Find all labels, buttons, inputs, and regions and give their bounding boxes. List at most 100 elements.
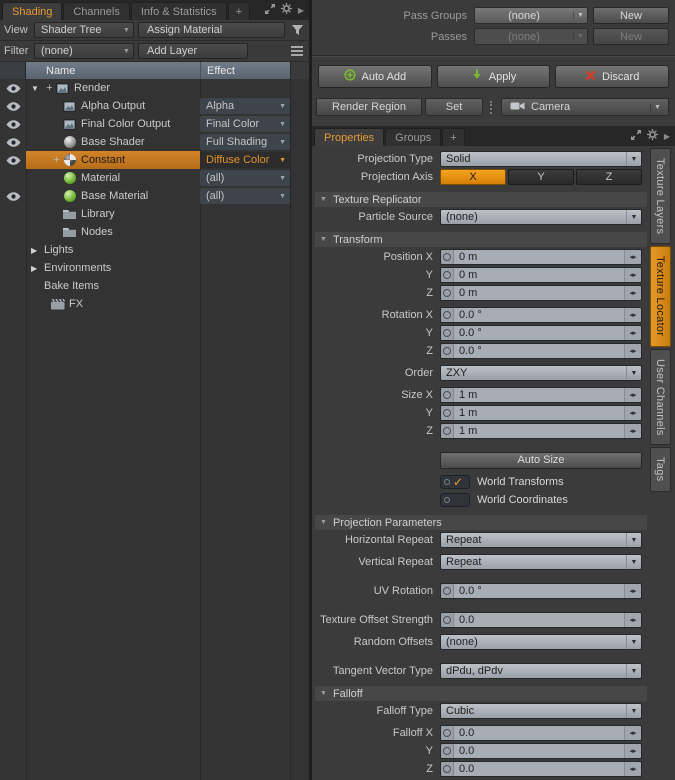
effect-dropdown-constant[interactable]: Diffuse Color▼ bbox=[200, 152, 290, 168]
dropdown-horizontal-repeat[interactable]: Repeat▼ bbox=[440, 532, 642, 548]
pass-groups-new-button[interactable]: New bbox=[593, 7, 669, 24]
dropdown-falloff-type[interactable]: Cubic▼ bbox=[440, 703, 642, 719]
spinner-arrows-icon[interactable]: ◂▸ bbox=[624, 268, 641, 282]
expand-arrow-icon[interactable]: ▶ bbox=[31, 246, 44, 255]
tree-row-environments[interactable]: ▶Environments bbox=[0, 259, 309, 277]
passes-new-button[interactable]: New bbox=[593, 28, 669, 45]
side-tab-user-channels[interactable]: User Channels bbox=[650, 349, 671, 446]
plus-toggle-icon[interactable]: + bbox=[44, 82, 55, 94]
number-field-position-x[interactable]: 0 m◂▸ bbox=[440, 249, 642, 265]
axis-z-button[interactable]: Z bbox=[576, 169, 642, 185]
section-transform[interactable]: ▼Transform bbox=[315, 232, 647, 247]
tree-row-base-material[interactable]: Base Material(all)▼ bbox=[0, 187, 309, 205]
side-tab-texture-locator[interactable]: Texture Locator bbox=[650, 246, 671, 346]
tree-item-name[interactable]: ▶Lights bbox=[26, 241, 200, 259]
tree-item-name[interactable]: Base Material bbox=[26, 187, 200, 205]
visibility-eye-icon[interactable] bbox=[0, 115, 26, 133]
tree-item-name[interactable]: Base Shader bbox=[26, 133, 200, 151]
panel-arrow-icon[interactable]: ▶ bbox=[298, 6, 304, 15]
apply-button[interactable]: Apply bbox=[437, 65, 551, 88]
tab-properties[interactable]: Properties bbox=[314, 128, 384, 146]
chevron-down-icon[interactable]: ▼ bbox=[626, 704, 641, 718]
section-projection-parameters[interactable]: ▼Projection Parameters bbox=[315, 515, 647, 530]
spinner-arrows-icon[interactable]: ◂▸ bbox=[624, 308, 641, 322]
number-field-texture-offset-strength[interactable]: 0.0◂▸ bbox=[440, 612, 642, 628]
checkbox-world-transforms[interactable]: ✓ bbox=[440, 475, 470, 489]
visibility-eye-icon[interactable] bbox=[0, 79, 26, 97]
filter-funnel-icon[interactable] bbox=[289, 20, 305, 40]
set-button[interactable]: Set bbox=[425, 98, 483, 116]
auto-size-button[interactable]: Auto Size bbox=[440, 452, 642, 469]
add-layer-button[interactable]: Add Layer bbox=[138, 43, 248, 59]
channel-dot-icon[interactable] bbox=[441, 613, 454, 627]
number-field-y[interactable]: 0.0 °◂▸ bbox=[440, 325, 642, 341]
spinner-arrows-icon[interactable]: ◂▸ bbox=[624, 726, 641, 740]
chevron-down-icon[interactable]: ▼ bbox=[626, 635, 641, 649]
plus-toggle-icon[interactable]: + bbox=[51, 154, 62, 166]
tree-row-final-color-output[interactable]: Final Color OutputFinal Color▼ bbox=[0, 115, 309, 133]
camera-dropdown[interactable]: Camera ▼ bbox=[501, 98, 669, 116]
effect-dropdown-base-shader[interactable]: Full Shading▼ bbox=[200, 134, 290, 150]
tree-item-name[interactable]: Alpha Output bbox=[26, 97, 200, 115]
number-field-uv-rotation[interactable]: 0.0 °◂▸ bbox=[440, 583, 642, 599]
dropdown-particle-source[interactable]: (none)▼ bbox=[440, 209, 642, 225]
chevron-down-icon[interactable]: ▼ bbox=[626, 664, 641, 678]
channel-dot-icon[interactable] bbox=[441, 726, 454, 740]
visibility-eye-icon[interactable] bbox=[0, 133, 26, 151]
channel-dot-icon[interactable] bbox=[441, 268, 454, 282]
chevron-down-icon[interactable]: ▼ bbox=[626, 533, 641, 547]
tree-row-nodes[interactable]: Nodes bbox=[0, 223, 309, 241]
channel-dot-icon[interactable] bbox=[441, 584, 454, 598]
filter-dropdown[interactable]: (none) ▼ bbox=[34, 43, 134, 59]
render-region-button[interactable]: Render Region bbox=[316, 98, 422, 116]
expand-arrow-icon[interactable]: ▶ bbox=[31, 264, 44, 273]
collapse-arrow-icon[interactable]: ▼ bbox=[31, 84, 44, 93]
visibility-eye-icon[interactable] bbox=[0, 187, 26, 205]
popout-icon[interactable] bbox=[265, 4, 275, 17]
dropdown-vertical-repeat[interactable]: Repeat▼ bbox=[440, 554, 642, 570]
spinner-arrows-icon[interactable]: ◂▸ bbox=[624, 406, 641, 420]
chevron-down-icon[interactable]: ▼ bbox=[626, 366, 641, 380]
panel-arrow-icon[interactable]: ▶ bbox=[664, 132, 670, 141]
spinner-arrows-icon[interactable]: ◂▸ bbox=[624, 613, 641, 627]
side-tab-tags[interactable]: Tags bbox=[650, 447, 671, 491]
visibility-eye-icon[interactable] bbox=[0, 97, 26, 115]
tab-channels[interactable]: Channels bbox=[63, 2, 129, 20]
channel-dot-icon[interactable] bbox=[441, 286, 454, 300]
number-field-y[interactable]: 1 m◂▸ bbox=[440, 405, 642, 421]
effect-dropdown-base-material[interactable]: (all)▼ bbox=[200, 188, 290, 204]
tab-info-statistics[interactable]: Info & Statistics bbox=[131, 2, 227, 20]
axis-x-button[interactable]: X bbox=[440, 169, 506, 185]
effect-column-header[interactable]: Effect bbox=[200, 62, 290, 79]
number-field-z[interactable]: 1 m◂▸ bbox=[440, 423, 642, 439]
channel-dot-icon[interactable] bbox=[441, 250, 454, 264]
effect-dropdown-alpha-output[interactable]: Alpha▼ bbox=[200, 98, 290, 114]
spinner-arrows-icon[interactable]: ◂▸ bbox=[624, 388, 641, 402]
channel-dot-icon[interactable] bbox=[441, 326, 454, 340]
list-menu-icon[interactable] bbox=[289, 41, 305, 61]
channel-dot-icon[interactable] bbox=[441, 762, 454, 776]
axis-y-button[interactable]: Y bbox=[508, 169, 574, 185]
spinner-arrows-icon[interactable]: ◂▸ bbox=[624, 584, 641, 598]
number-field-falloff-x[interactable]: 0.0◂▸ bbox=[440, 725, 642, 741]
dropdown-order[interactable]: ZXY▼ bbox=[440, 365, 642, 381]
discard-button[interactable]: Discard bbox=[555, 65, 669, 88]
spinner-arrows-icon[interactable]: ◂▸ bbox=[624, 344, 641, 358]
tab-shading[interactable]: Shading bbox=[2, 2, 62, 20]
view-mode-dropdown[interactable]: Shader Tree ▼ bbox=[34, 22, 134, 38]
dropdown-projection-type[interactable]: Solid▼ bbox=[440, 151, 642, 167]
channel-dot-icon[interactable] bbox=[441, 388, 454, 402]
number-field-z[interactable]: 0 m◂▸ bbox=[440, 285, 642, 301]
spinner-arrows-icon[interactable]: ◂▸ bbox=[624, 762, 641, 776]
tree-item-name[interactable]: +Constant bbox=[26, 151, 200, 169]
chevron-down-icon[interactable]: ▼ bbox=[626, 152, 641, 166]
tree-row-library[interactable]: Library bbox=[0, 205, 309, 223]
number-field-size-x[interactable]: 1 m◂▸ bbox=[440, 387, 642, 403]
number-field-y[interactable]: 0 m◂▸ bbox=[440, 267, 642, 283]
popout-icon[interactable] bbox=[631, 130, 641, 143]
dropdown-tangent-vector-type[interactable]: dPdu, dPdv▼ bbox=[440, 663, 642, 679]
spinner-arrows-icon[interactable]: ◂▸ bbox=[624, 744, 641, 758]
gear-icon[interactable] bbox=[281, 3, 292, 17]
channel-dot-icon[interactable] bbox=[441, 744, 454, 758]
tab-add-new[interactable]: + bbox=[228, 2, 250, 20]
